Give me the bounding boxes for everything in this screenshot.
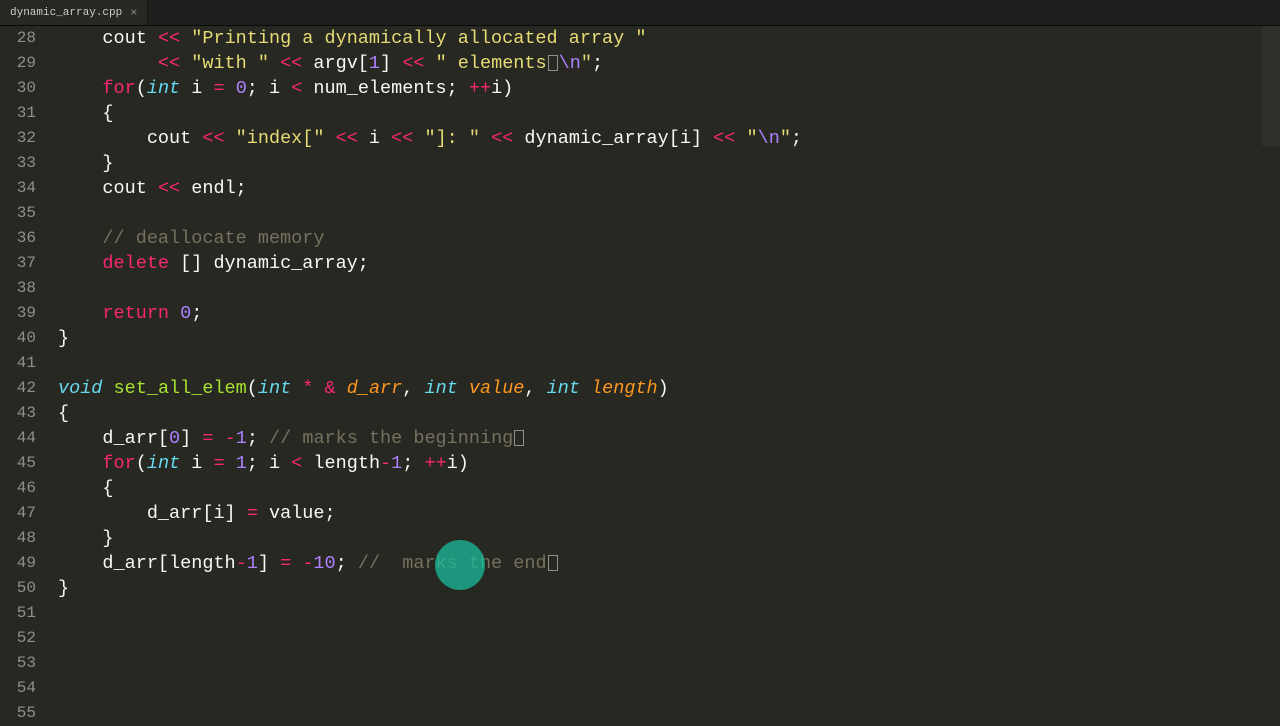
minimap[interactable]	[1262, 26, 1280, 720]
tab-bar: dynamic_array.cpp ×	[0, 0, 1280, 26]
gutter: 2829303132333435363738394041424344454647…	[0, 26, 50, 720]
tab-filename: dynamic_array.cpp	[10, 7, 122, 19]
close-icon[interactable]: ×	[130, 6, 137, 20]
tab-active[interactable]: dynamic_array.cpp ×	[0, 0, 148, 25]
minimap-viewport[interactable]	[1262, 26, 1280, 146]
editor: 2829303132333435363738394041424344454647…	[0, 26, 1280, 720]
code-area[interactable]: cout << "Printing a dynamically allocate…	[50, 26, 1262, 720]
